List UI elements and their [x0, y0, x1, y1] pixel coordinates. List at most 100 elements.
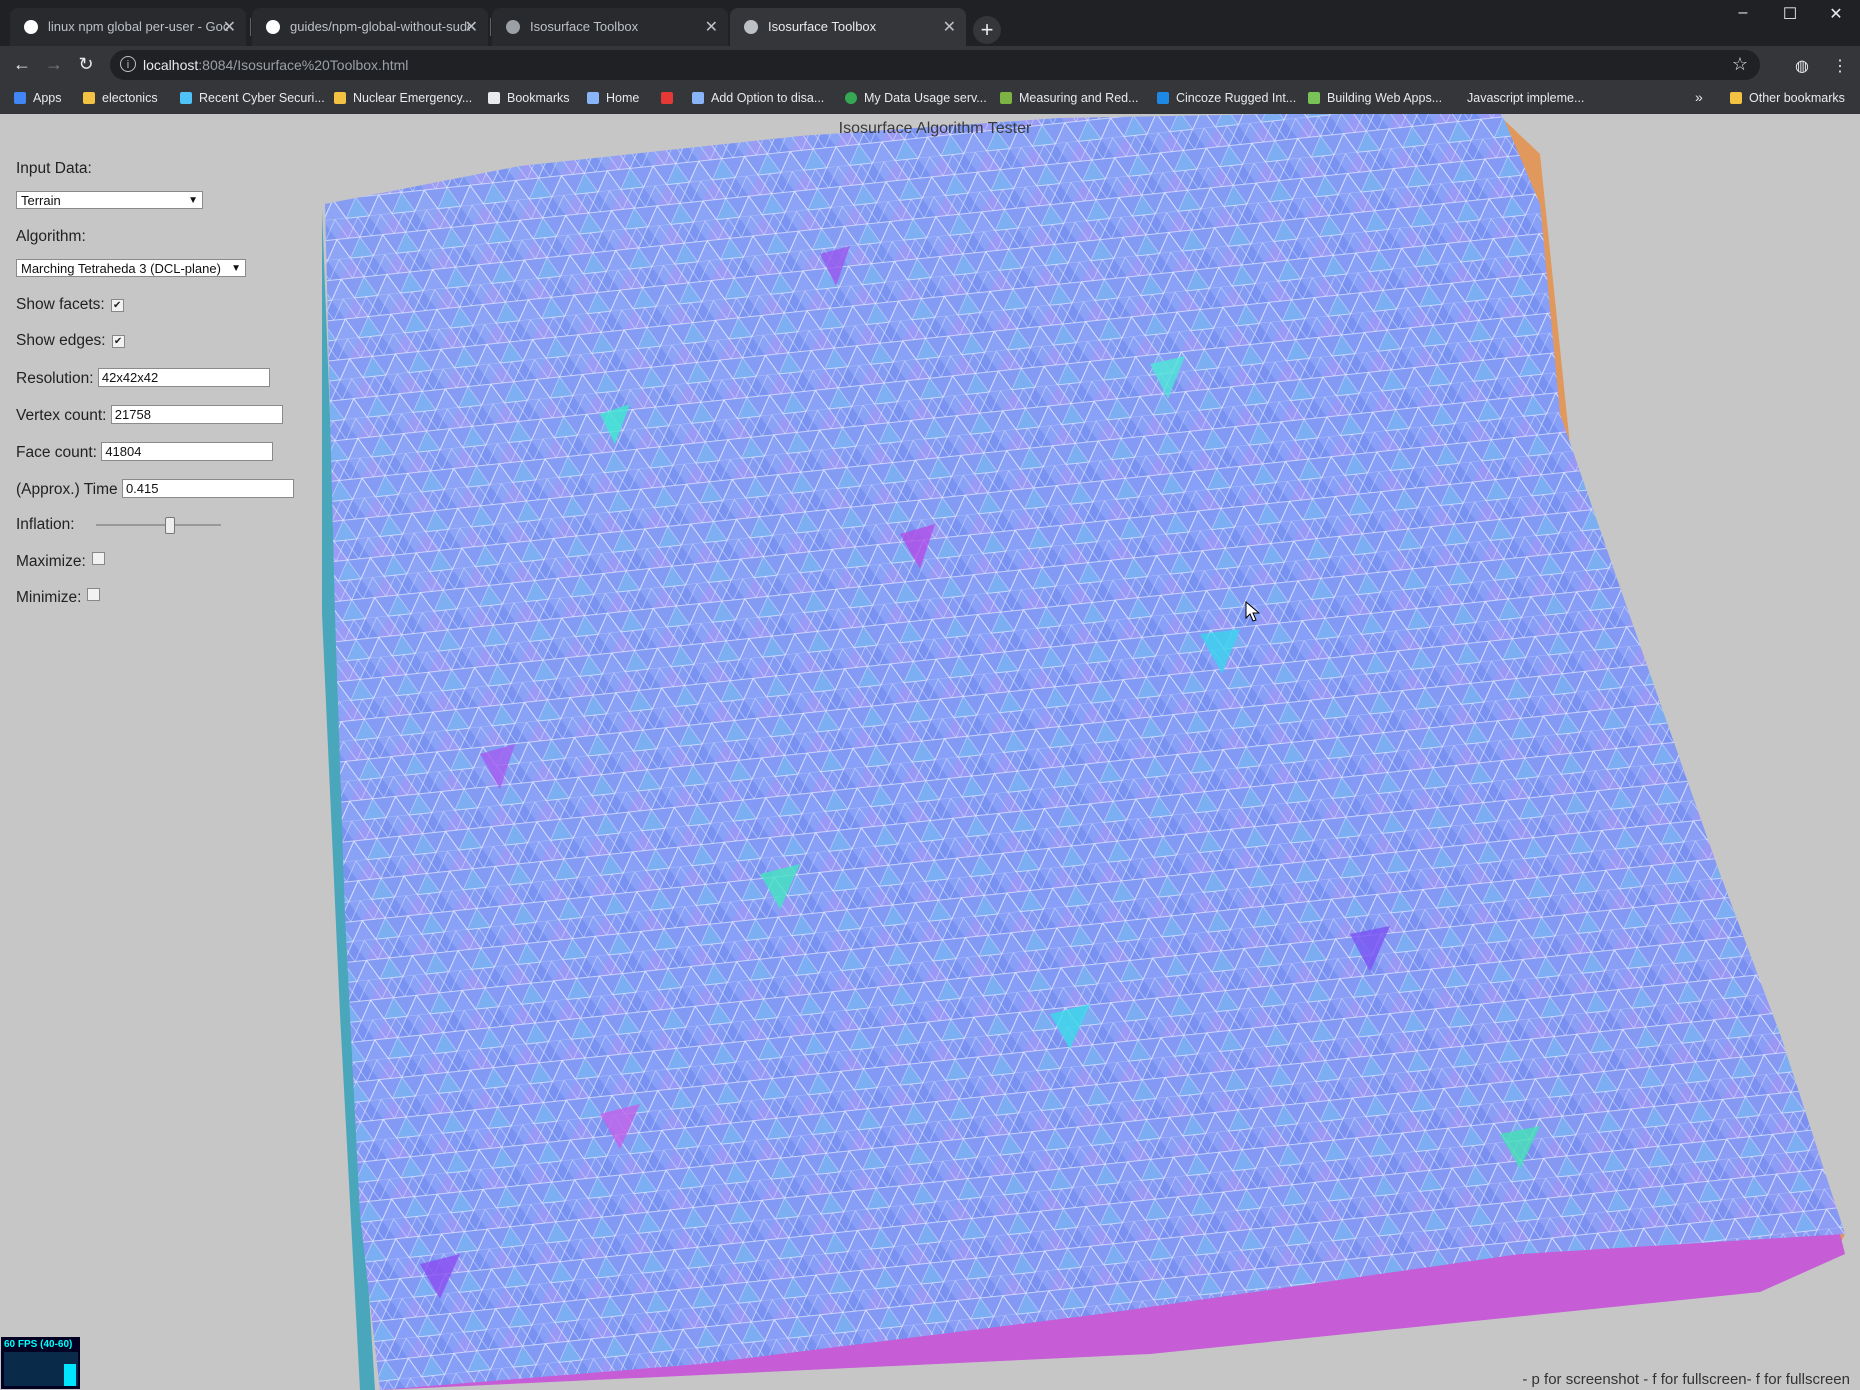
face-count-field[interactable]: 41804	[101, 442, 274, 461]
tab-2[interactable]: guides/npm-global-without-sudo ✕	[252, 8, 488, 46]
show-facets-label: Show facets:	[16, 296, 105, 313]
vertex-count-field[interactable]: 21758	[110, 405, 283, 424]
reload-icon[interactable]: ↻	[74, 54, 98, 75]
time-field[interactable]: 0.415	[121, 479, 294, 498]
resolution-label: Resolution:	[16, 370, 94, 387]
mesh-edges	[325, 114, 1845, 1390]
bookmarks-overflow-icon[interactable]: »	[1695, 89, 1703, 105]
minimize-row: Minimize:	[16, 588, 101, 607]
doc-icon	[1000, 92, 1012, 104]
resolution-field[interactable]: 42x42x42	[97, 368, 270, 387]
fps-label: 60 FPS (40-60)	[4, 1339, 73, 1350]
bookmark-label: electonics	[102, 91, 158, 105]
show-facets-checkbox[interactable]: ✔	[110, 299, 124, 312]
bookmark-label: Javascript impleme...	[1467, 91, 1585, 105]
chevron-down-icon: ▼	[188, 195, 198, 206]
extension-globe-icon[interactable]: ◍	[1795, 56, 1809, 76]
bookmark-electonics[interactable]: electonics	[83, 91, 158, 105]
maximize-checkbox[interactable]	[91, 552, 105, 565]
circle-icon	[845, 92, 857, 104]
forward-icon[interactable]: →	[42, 54, 66, 75]
bookmark-r[interactable]	[661, 91, 680, 105]
bookmark-cincoze[interactable]: Cincoze Rugged Int...	[1157, 91, 1296, 105]
bookmark-bookmarks[interactable]: Bookmarks	[488, 91, 570, 105]
time-row: (Approx.) Time 0.415	[16, 479, 294, 499]
close-window-icon[interactable]: ✕	[1821, 4, 1851, 24]
bookmark-building[interactable]: Building Web Apps...	[1308, 91, 1442, 105]
github-icon	[266, 20, 280, 34]
time-label: (Approx.) Time	[16, 481, 118, 498]
address-bar[interactable]: i localhost:8084/Isosurface%20Toolbox.ht…	[110, 50, 1760, 80]
tab-divider	[490, 18, 491, 36]
bookmark-data-usage[interactable]: My Data Usage serv...	[845, 91, 987, 105]
tab-4-active[interactable]: Isosurface Toolbox ✕	[730, 8, 966, 46]
bookmark-label: Bookmarks	[507, 91, 570, 105]
radiation-icon	[334, 92, 346, 104]
bookmark-apps[interactable]: Apps	[14, 91, 62, 105]
info-icon[interactable]: i	[120, 56, 136, 72]
close-icon[interactable]: ✕	[465, 17, 478, 37]
browser-toolbar: ← → ↻ i localhost:8084/Isosurface%20Tool…	[0, 46, 1860, 84]
isosurface-render-canvas[interactable]	[0, 114, 1860, 1390]
bookmark-label: Nuclear Emergency...	[353, 91, 473, 105]
inflation-slider[interactable]	[96, 524, 221, 526]
android-icon	[1308, 92, 1320, 104]
app-title: Isosurface Algorithm Tester	[838, 120, 1032, 137]
algorithm-select[interactable]: Marching Tetraheda 3 (DCL-plane) ▼	[16, 259, 246, 277]
show-edges-label: Show edges:	[16, 332, 106, 349]
maximize-label: Maximize:	[16, 553, 86, 570]
bookmark-label: My Data Usage serv...	[864, 91, 987, 105]
input-data-label: Input Data:	[16, 160, 92, 177]
bookmark-star-icon[interactable]: ☆	[1732, 54, 1748, 75]
minimize-label: Minimize:	[16, 589, 82, 606]
bookmark-label: Cincoze Rugged Int...	[1176, 91, 1297, 105]
algorithm-label: Algorithm:	[16, 228, 86, 245]
menu-dots-icon[interactable]: ⋮	[1832, 56, 1848, 76]
show-edges-checkbox[interactable]: ✔	[111, 335, 125, 348]
bookmark-icon	[180, 92, 192, 104]
input-data-value: Terrain	[21, 193, 61, 208]
inflation-row: Inflation:	[16, 516, 236, 534]
tab-divider	[250, 18, 251, 36]
bookmark-other[interactable]: Other bookmarks	[1730, 91, 1845, 105]
bookmark-nuclear[interactable]: Nuclear Emergency...	[334, 91, 472, 105]
bookmark-cyber[interactable]: Recent Cyber Securi...	[180, 91, 325, 105]
inflation-label: Inflation:	[16, 516, 75, 533]
back-icon[interactable]: ←	[10, 54, 34, 75]
shield-icon	[1157, 92, 1169, 104]
face-count-row: Face count: 41804	[16, 442, 274, 462]
tab-1[interactable]: linux npm global per-user - Goo ✕	[10, 8, 246, 46]
r-icon	[661, 92, 673, 104]
bookmark-add-option[interactable]: Add Option to disa...	[692, 91, 824, 105]
new-tab-button[interactable]: +	[973, 16, 1001, 44]
minimize-window-icon[interactable]: –	[1728, 4, 1758, 22]
tab-3[interactable]: Isosurface Toolbox ✕	[492, 8, 728, 46]
bookmark-measuring[interactable]: Measuring and Red...	[1000, 91, 1139, 105]
url-text[interactable]: localhost:8084/Isosurface%20Toolbox.html	[143, 57, 408, 73]
w-icon	[587, 92, 599, 104]
a-icon	[692, 92, 704, 104]
close-icon[interactable]: ✕	[943, 17, 956, 37]
bookmark-label: Recent Cyber Securi...	[199, 91, 325, 105]
page-viewport: Isosurface Algorithm Tester Input Data: …	[0, 114, 1860, 1390]
bookmark-label: Add Option to disa...	[711, 91, 825, 105]
maximize-window-icon[interactable]: ☐	[1775, 4, 1805, 24]
folder-icon	[1730, 92, 1742, 104]
apps-grid-icon	[14, 92, 26, 104]
url-host: localhost	[143, 57, 199, 73]
close-icon[interactable]: ✕	[223, 17, 236, 37]
chevron-down-icon: ▼	[231, 263, 241, 274]
bookmark-javascript[interactable]: Javascript impleme...	[1467, 91, 1584, 105]
folder-icon	[83, 92, 95, 104]
fps-meter[interactable]: 60 FPS (40-60)	[1, 1337, 80, 1389]
face-count-label: Face count:	[16, 444, 97, 461]
inflation-slider-thumb[interactable]	[164, 517, 175, 534]
bookmark-home[interactable]: Home	[587, 91, 639, 105]
close-icon[interactable]: ✕	[705, 17, 718, 37]
keyboard-hint: - p for screenshot - f for fullscreen- f…	[1522, 1371, 1850, 1388]
star-icon	[488, 92, 500, 104]
show-edges-row: Show edges: ✔	[16, 332, 125, 350]
input-data-select[interactable]: Terrain ▼	[16, 191, 203, 209]
bookmark-label: Home	[606, 91, 640, 105]
minimize-checkbox[interactable]	[87, 588, 101, 601]
